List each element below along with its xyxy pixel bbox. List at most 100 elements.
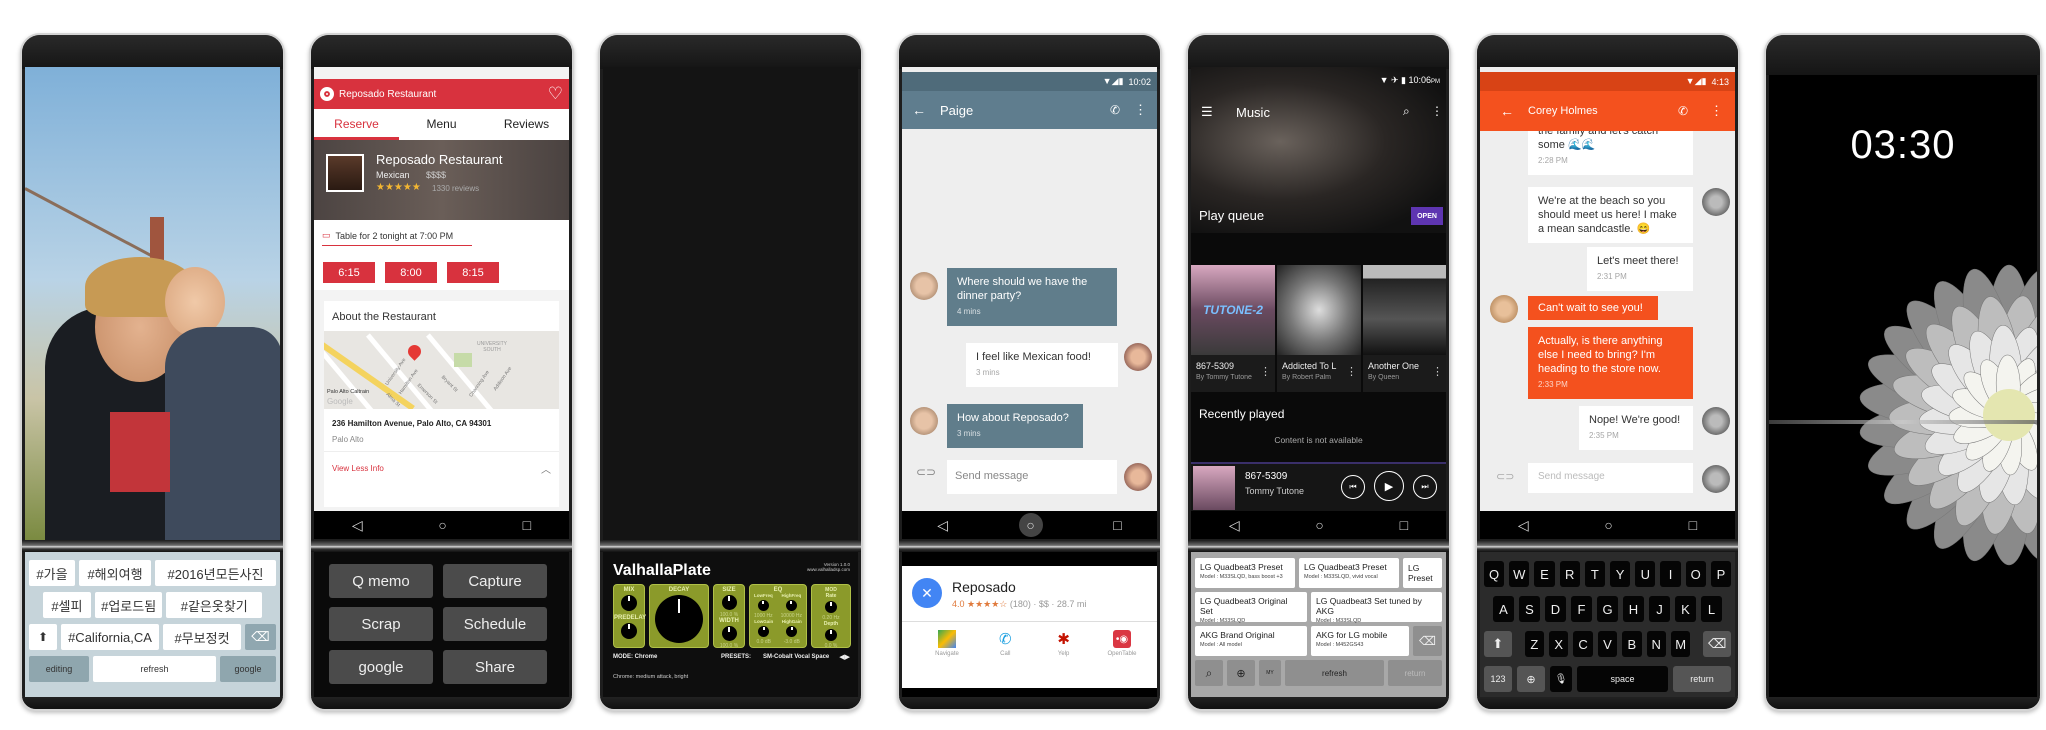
lowgain-knob[interactable] [758,626,770,637]
recents-icon[interactable]: □ [1689,517,1697,533]
menu-icon[interactable]: ☰ [1201,104,1213,120]
open-button[interactable]: OPEN [1411,207,1443,225]
message-input[interactable]: Send message [947,460,1117,494]
album-card[interactable]: TUTONE-2 867-5309 By Tommy Tutone ⋮ [1191,265,1275,392]
map[interactable]: University Ave Hamilton Ave Emerson St A… [324,331,559,409]
call-action[interactable]: ✆ Call [980,630,1030,657]
preset-selector[interactable]: SM-Cobalt Vocal Space [763,654,829,660]
key-e[interactable]: E [1534,561,1555,587]
attach-icon[interactable]: ⊂⊃ [916,465,936,479]
more-icon[interactable]: ⋮ [1432,365,1443,378]
microphone-icon[interactable]: 🎙 [1550,666,1572,692]
key-a[interactable]: A [1493,596,1514,622]
search-icon[interactable]: ⌕ [1195,660,1223,686]
preset-key[interactable]: LG Quadbeat3 Set tuned by AKG Model : M33… [1311,592,1442,624]
attach-icon[interactable]: ⊂⊃ [1496,470,1514,483]
return-key[interactable]: return [1673,666,1731,692]
reservation-dropdown[interactable]: ▭ Table for 2 tonight at 7:00 PM [322,226,472,246]
key-m[interactable]: M [1670,631,1691,657]
key-b[interactable]: B [1622,631,1642,657]
place-name[interactable]: Reposado [952,579,1016,595]
refresh-key[interactable]: refresh [1285,660,1384,686]
scrap-button[interactable]: Scrap [329,607,433,641]
navigate-action[interactable]: Navigate [922,630,972,657]
key-f[interactable]: F [1571,596,1592,622]
key-k[interactable]: K [1675,596,1696,622]
hashtag-key[interactable]: #2016년모든사진 [155,560,276,586]
home-icon[interactable]: ○ [1315,517,1323,533]
return-key[interactable]: return [1388,660,1442,686]
size-knob[interactable] [721,595,737,610]
back-icon[interactable]: ◁ [1518,517,1529,534]
more-icon[interactable]: ⋮ [1710,103,1723,119]
back-arrow-icon[interactable]: ← [1500,103,1514,119]
rate-knob[interactable] [825,601,837,613]
back-arrow-icon[interactable]: ← [912,102,926,118]
hashtag-key[interactable]: #무보정컷 [163,624,241,650]
key-j[interactable]: J [1649,596,1670,622]
key-r[interactable]: R [1559,561,1580,587]
hashtag-key[interactable]: #셀피 [43,592,91,618]
time-slot-button[interactable]: 8:00 [385,262,437,283]
back-icon[interactable]: ◁ [937,517,948,534]
hashtag-key[interactable]: #업로드됨 [94,592,163,618]
next-icon[interactable]: ⏭ [1413,475,1437,499]
depth-knob[interactable] [825,629,837,641]
globe-icon[interactable]: ⊕ [1227,660,1255,686]
more-icon[interactable]: ⋮ [1346,365,1357,378]
back-icon[interactable]: ◁ [1229,517,1240,534]
preset-key[interactable]: AKG Brand Original Model : All model [1195,626,1307,656]
opentable-action[interactable]: •◉ OpenTable [1097,630,1147,657]
now-playing-bar[interactable]: 867-5309 Tommy Tutone ⏮ ▶ ⏭ [1191,462,1446,511]
yelp-action[interactable]: ✱ Yelp [1039,630,1089,657]
tab-menu[interactable]: Menu [399,109,484,140]
search-icon[interactable]: ⌕ [1403,104,1410,119]
key-p[interactable]: P [1710,561,1732,587]
key-g[interactable]: G [1597,596,1618,622]
more-icon[interactable]: ⋮ [1260,365,1271,378]
home-icon[interactable]: ○ [438,517,446,533]
my-key[interactable]: MY [1259,660,1281,686]
editing-key[interactable]: editing [29,656,89,682]
key-u[interactable]: U [1635,561,1656,587]
key-w[interactable]: W [1509,561,1530,587]
key-q[interactable]: Q [1483,561,1505,587]
map-pin-icon[interactable] [405,342,424,361]
decay-knob[interactable] [655,595,703,643]
highgain-knob[interactable] [786,626,798,637]
hashtag-key[interactable]: #California,CA [61,624,159,650]
key-x[interactable]: X [1549,631,1569,657]
key-z[interactable]: Z [1524,631,1545,657]
shift-icon[interactable]: ⬆ [29,624,57,650]
hashtag-key[interactable]: #해외여행 [79,560,151,586]
play-icon[interactable]: ▶ [1374,471,1404,501]
tab-reviews[interactable]: Reviews [484,109,569,140]
phone-icon[interactable]: ✆ [1678,104,1688,118]
previous-icon[interactable]: ⏮ [1341,475,1365,499]
lowfreq-knob[interactable] [757,600,769,611]
home-icon[interactable]: ○ [1018,513,1043,537]
chevron-up-icon[interactable]: ︿ [541,461,551,476]
time-slot-button[interactable]: 8:15 [447,262,499,283]
heart-icon[interactable]: ♡ [548,84,563,104]
schedule-button[interactable]: Schedule [443,607,547,641]
recents-icon[interactable]: □ [523,517,531,533]
key-s[interactable]: S [1519,596,1540,622]
preset-key[interactable]: AKG for LG mobile Model : M452GS43 [1311,626,1409,656]
key-i[interactable]: I [1660,561,1681,587]
key-v[interactable]: V [1597,631,1618,657]
share-button[interactable]: Share [443,650,547,684]
phone-icon[interactable]: ✆ [1110,103,1120,117]
preset-key[interactable]: LG Quadbeat3 Preset Model : M33SLQD, bass… [1195,558,1295,588]
key-n[interactable]: N [1646,631,1666,657]
mix-knob[interactable] [621,595,637,611]
predelay-knob[interactable] [621,623,637,639]
back-icon[interactable]: ◁ [352,517,363,534]
google-button[interactable]: google [329,650,433,684]
preset-key[interactable]: LG Preset [1403,558,1442,588]
view-less-info-link[interactable]: View Less Info [332,464,384,473]
google-key[interactable]: google [220,656,276,682]
backspace-icon[interactable]: ⌫ [245,624,276,650]
preset-key[interactable]: LG Quadbeat3 Preset Model : M33SLQD, vivi… [1299,558,1399,588]
qmemo-button[interactable]: Q memo [329,564,433,598]
